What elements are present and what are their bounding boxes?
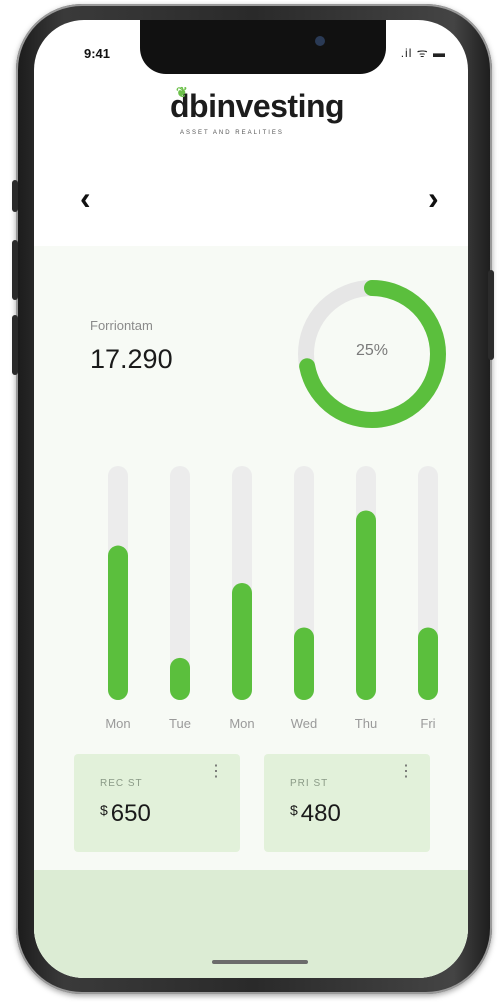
card-value: $480 <box>290 800 341 828</box>
card-label: PRI ST <box>290 778 329 789</box>
bar-thu <box>356 510 376 700</box>
bar-tue <box>170 657 190 700</box>
next-arrow-button[interactable]: › <box>428 180 439 217</box>
bar-wed <box>294 627 314 700</box>
brand-logo: ❦ dbinvesting <box>170 84 345 125</box>
camera-icon <box>315 36 325 46</box>
day-label: Wed <box>290 716 318 731</box>
stat-card[interactable]: PRI ST $480 ⋮ <box>264 754 430 852</box>
home-indicator[interactable] <box>212 960 308 964</box>
day-label: Mon <box>229 716 255 731</box>
day-label: Thu <box>354 716 378 731</box>
day-label: Mon <box>105 716 131 731</box>
phone-screen: 9:41 .il ᯤ ▬ ❦ dbinvesting ASSET AND REA… <box>34 20 468 978</box>
leaf-icon: ❦ <box>176 84 188 100</box>
day-label: Tue <box>169 716 191 731</box>
bar-mon <box>232 583 252 700</box>
metric-label: Forriontam <box>90 318 153 333</box>
more-vertical-icon[interactable]: ⋮ <box>208 764 224 780</box>
side-button <box>12 180 18 212</box>
logo-text: dbinvesting <box>170 88 345 124</box>
status-time: 9:41 <box>84 46 111 61</box>
side-button <box>12 240 18 300</box>
weekly-bar-chart <box>108 466 438 700</box>
more-vertical-icon[interactable]: ⋮ <box>398 764 414 780</box>
bar-fri <box>418 627 438 700</box>
notch <box>140 20 386 74</box>
status-icons: .il ᯤ ▬ <box>400 46 446 60</box>
card-value: $650 <box>100 800 151 828</box>
currency-symbol: $ <box>100 802 108 818</box>
metric-value: 17.290 <box>90 344 173 374</box>
donut-percent-label: 25% <box>355 342 389 359</box>
bar-mon <box>108 545 128 700</box>
stat-card[interactable]: REC ST $650 ⋮ <box>74 754 240 852</box>
card-amount: 650 <box>110 800 151 827</box>
card-label: REC ST <box>100 778 143 789</box>
side-button <box>12 315 18 375</box>
brand-tagline: ASSET AND REALITIES <box>180 130 284 136</box>
card-amount: 480 <box>300 800 341 827</box>
day-label: Fri <box>420 716 436 731</box>
side-button <box>488 270 494 360</box>
prev-arrow-button[interactable]: ‹ <box>80 180 91 217</box>
currency-symbol: $ <box>290 802 298 818</box>
